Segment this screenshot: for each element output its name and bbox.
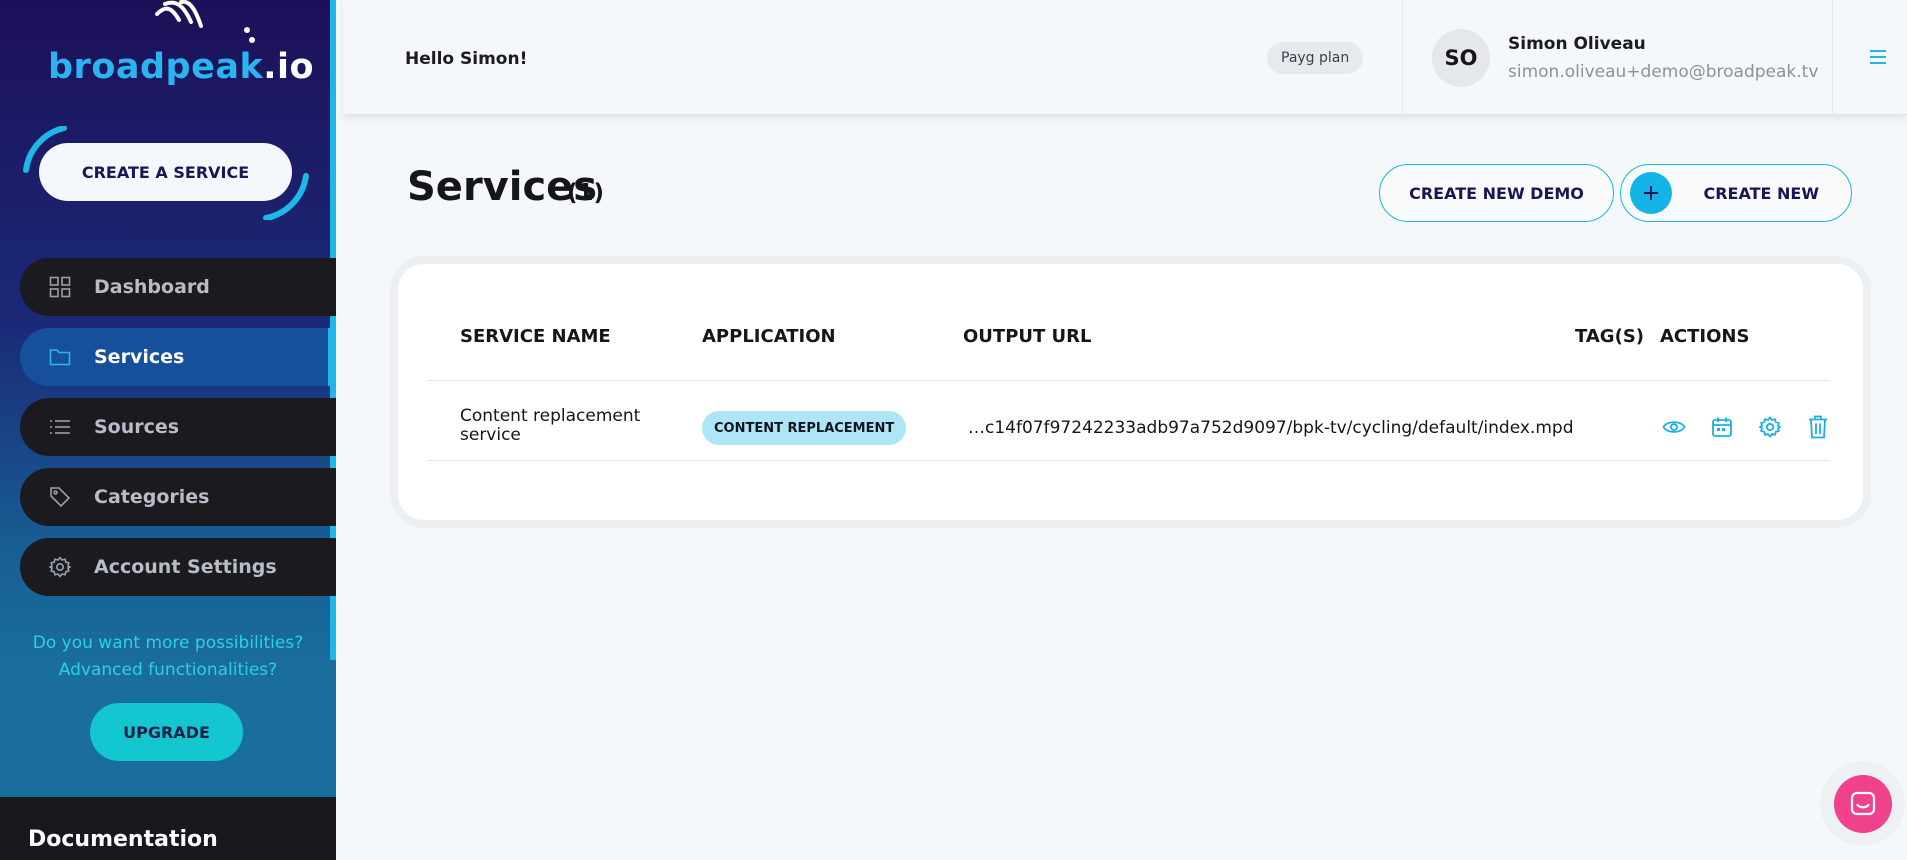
column-header-actions: ACTIONS bbox=[1660, 326, 1750, 347]
gear-icon bbox=[48, 555, 72, 579]
application-badge: CONTENT REPLACEMENT bbox=[702, 411, 907, 445]
column-header-tags[interactable]: TAG(S) bbox=[1575, 326, 1644, 347]
service-name-line: Content replacement bbox=[460, 406, 641, 426]
services-count: (1) bbox=[567, 180, 605, 206]
sidebar-nav: Dashboard Services Sources Categories Ac… bbox=[20, 258, 336, 608]
sidebar-item-account-settings[interactable]: Account Settings bbox=[20, 538, 336, 596]
calendar-icon[interactable] bbox=[1710, 415, 1734, 439]
sidebar-item-label: Dashboard bbox=[94, 276, 210, 298]
user-email: simon.oliveau+demo@broadpeak.tv bbox=[1508, 62, 1819, 82]
create-service-wrap: CREATE A SERVICE bbox=[20, 126, 310, 220]
eye-icon[interactable] bbox=[1662, 415, 1686, 439]
create-service-button[interactable]: CREATE A SERVICE bbox=[39, 143, 292, 201]
plus-icon bbox=[1630, 172, 1672, 214]
hamburger-menu-icon[interactable] bbox=[1868, 48, 1888, 66]
header-divider bbox=[1402, 0, 1403, 115]
documentation-link[interactable]: Documentation bbox=[0, 797, 336, 860]
table-header: SERVICE NAME APPLICATION OUTPUT URL TAG(… bbox=[428, 326, 1830, 381]
logo-suffix-text: .io bbox=[263, 47, 315, 87]
promo-line: Advanced functionalities? bbox=[58, 660, 278, 680]
column-header-service-name[interactable]: SERVICE NAME bbox=[460, 326, 611, 347]
column-header-output-url[interactable]: OUTPUT URL bbox=[963, 326, 1092, 347]
service-name-cell[interactable]: Content replacement service bbox=[460, 407, 660, 445]
chat-icon bbox=[1833, 774, 1892, 833]
service-name-line: service bbox=[460, 425, 521, 445]
logo-main-text: broadpeak bbox=[48, 47, 264, 87]
plan-badge: Payg plan bbox=[1267, 42, 1364, 74]
header-divider bbox=[1832, 0, 1833, 115]
logo-mark-icon bbox=[155, 0, 255, 43]
create-new-label: CREATE NEW bbox=[1703, 183, 1819, 203]
tags-icon bbox=[48, 485, 72, 509]
services-table: SERVICE NAME APPLICATION OUTPUT URL TAG(… bbox=[398, 264, 1863, 520]
list-icon bbox=[48, 415, 72, 439]
folder-icon bbox=[48, 345, 72, 369]
row-actions bbox=[1662, 415, 1830, 439]
create-new-demo-button[interactable]: CREATE NEW DEMO bbox=[1379, 164, 1614, 222]
upgrade-promo: Do you want more possibilities? Advanced… bbox=[0, 630, 336, 684]
table-row[interactable]: Content replacement service CONTENT REPL… bbox=[428, 381, 1830, 461]
logo[interactable]: broadpeak.io bbox=[0, 0, 336, 100]
trash-icon[interactable] bbox=[1806, 415, 1830, 439]
user-name: Simon Oliveau bbox=[1508, 34, 1646, 54]
output-url[interactable]: …c14f07f97242233adb97a752d9097/bpk-tv/cy… bbox=[968, 418, 1574, 438]
promo-line: Do you want more possibilities? bbox=[32, 633, 304, 653]
sidebar-item-sources[interactable]: Sources bbox=[20, 398, 336, 456]
sidebar-item-label: Account Settings bbox=[94, 556, 277, 578]
dashboard-grid-icon bbox=[48, 275, 72, 299]
sidebar-item-dashboard[interactable]: Dashboard bbox=[20, 258, 336, 316]
column-header-application[interactable]: APPLICATION bbox=[702, 326, 836, 347]
greeting: Hello Simon! bbox=[405, 49, 528, 69]
logo-text: broadpeak.io bbox=[48, 47, 314, 87]
sidebar-item-label: Sources bbox=[94, 416, 180, 438]
upgrade-button[interactable]: UPGRADE bbox=[90, 703, 243, 761]
top-header: Hello Simon! Payg plan SO Simon Oliveau … bbox=[343, 0, 1907, 115]
avatar[interactable]: SO bbox=[1432, 29, 1490, 87]
gear-icon[interactable] bbox=[1758, 415, 1782, 439]
create-new-button[interactable]: CREATE NEW bbox=[1620, 164, 1852, 222]
sidebar-item-categories[interactable]: Categories bbox=[20, 468, 336, 526]
sidebar-item-label: Categories bbox=[94, 486, 210, 508]
sidebar-item-services[interactable]: Services bbox=[20, 328, 336, 386]
chat-launcher-button[interactable] bbox=[1820, 761, 1905, 846]
documentation-label: Documentation bbox=[28, 827, 218, 852]
sidebar: broadpeak.io CREATE A SERVICE Dashboard … bbox=[0, 0, 336, 860]
sidebar-item-label: Services bbox=[94, 346, 185, 368]
